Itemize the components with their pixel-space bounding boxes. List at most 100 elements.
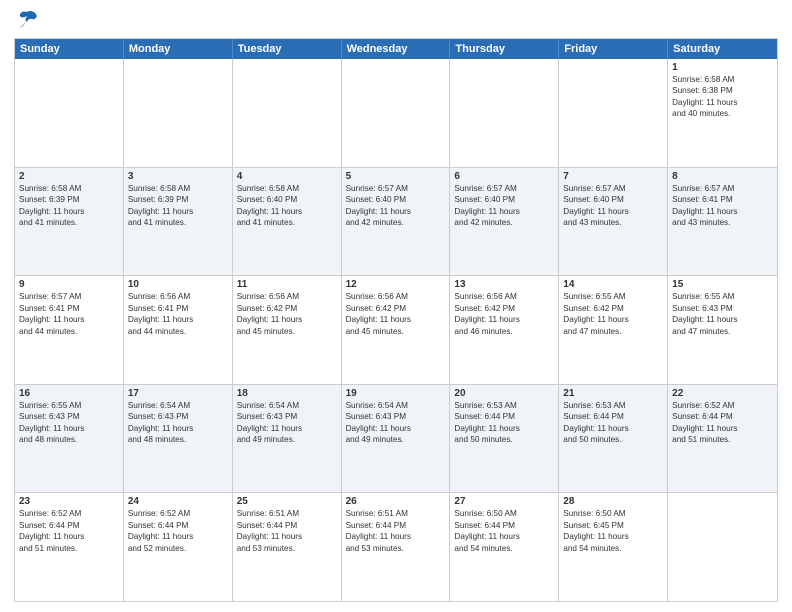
day-info: Sunrise: 6:52 AM Sunset: 6:44 PM Dayligh… xyxy=(19,508,119,554)
day-info: Sunrise: 6:53 AM Sunset: 6:44 PM Dayligh… xyxy=(454,400,554,446)
calendar-cell: 2Sunrise: 6:58 AM Sunset: 6:39 PM Daylig… xyxy=(15,168,124,276)
day-info: Sunrise: 6:54 AM Sunset: 6:43 PM Dayligh… xyxy=(237,400,337,446)
calendar-cell xyxy=(450,59,559,167)
logo xyxy=(14,10,38,30)
logo-bird-icon xyxy=(16,10,38,30)
calendar-cell: 4Sunrise: 6:58 AM Sunset: 6:40 PM Daylig… xyxy=(233,168,342,276)
header-day-friday: Friday xyxy=(559,39,668,59)
header-day-tuesday: Tuesday xyxy=(233,39,342,59)
day-info: Sunrise: 6:56 AM Sunset: 6:41 PM Dayligh… xyxy=(128,291,228,337)
day-info: Sunrise: 6:55 AM Sunset: 6:43 PM Dayligh… xyxy=(19,400,119,446)
calendar-cell: 8Sunrise: 6:57 AM Sunset: 6:41 PM Daylig… xyxy=(668,168,777,276)
day-info: Sunrise: 6:55 AM Sunset: 6:42 PM Dayligh… xyxy=(563,291,663,337)
day-number: 2 xyxy=(19,171,119,182)
day-info: Sunrise: 6:56 AM Sunset: 6:42 PM Dayligh… xyxy=(454,291,554,337)
calendar-cell: 5Sunrise: 6:57 AM Sunset: 6:40 PM Daylig… xyxy=(342,168,451,276)
day-info: Sunrise: 6:55 AM Sunset: 6:43 PM Dayligh… xyxy=(672,291,773,337)
day-info: Sunrise: 6:52 AM Sunset: 6:44 PM Dayligh… xyxy=(128,508,228,554)
calendar-cell: 22Sunrise: 6:52 AM Sunset: 6:44 PM Dayli… xyxy=(668,385,777,493)
calendar-cell xyxy=(668,493,777,601)
calendar-cell: 9Sunrise: 6:57 AM Sunset: 6:41 PM Daylig… xyxy=(15,276,124,384)
calendar-header: SundayMondayTuesdayWednesdayThursdayFrid… xyxy=(15,39,777,59)
day-info: Sunrise: 6:54 AM Sunset: 6:43 PM Dayligh… xyxy=(346,400,446,446)
day-number: 25 xyxy=(237,496,337,507)
day-info: Sunrise: 6:51 AM Sunset: 6:44 PM Dayligh… xyxy=(346,508,446,554)
day-number: 27 xyxy=(454,496,554,507)
calendar-cell: 7Sunrise: 6:57 AM Sunset: 6:40 PM Daylig… xyxy=(559,168,668,276)
calendar-cell: 27Sunrise: 6:50 AM Sunset: 6:44 PM Dayli… xyxy=(450,493,559,601)
day-number: 24 xyxy=(128,496,228,507)
header-day-wednesday: Wednesday xyxy=(342,39,451,59)
calendar-body: 1Sunrise: 6:58 AM Sunset: 6:38 PM Daylig… xyxy=(15,59,777,601)
calendar-cell: 20Sunrise: 6:53 AM Sunset: 6:44 PM Dayli… xyxy=(450,385,559,493)
calendar-cell: 23Sunrise: 6:52 AM Sunset: 6:44 PM Dayli… xyxy=(15,493,124,601)
day-info: Sunrise: 6:56 AM Sunset: 6:42 PM Dayligh… xyxy=(237,291,337,337)
day-number: 20 xyxy=(454,388,554,399)
calendar-cell: 21Sunrise: 6:53 AM Sunset: 6:44 PM Dayli… xyxy=(559,385,668,493)
day-info: Sunrise: 6:51 AM Sunset: 6:44 PM Dayligh… xyxy=(237,508,337,554)
calendar-cell xyxy=(233,59,342,167)
calendar-week-2: 2Sunrise: 6:58 AM Sunset: 6:39 PM Daylig… xyxy=(15,168,777,277)
day-number: 3 xyxy=(128,171,228,182)
calendar-cell xyxy=(15,59,124,167)
calendar-cell: 1Sunrise: 6:58 AM Sunset: 6:38 PM Daylig… xyxy=(668,59,777,167)
calendar-cell: 25Sunrise: 6:51 AM Sunset: 6:44 PM Dayli… xyxy=(233,493,342,601)
calendar-cell: 18Sunrise: 6:54 AM Sunset: 6:43 PM Dayli… xyxy=(233,385,342,493)
day-info: Sunrise: 6:58 AM Sunset: 6:39 PM Dayligh… xyxy=(128,183,228,229)
day-number: 9 xyxy=(19,279,119,290)
day-number: 15 xyxy=(672,279,773,290)
day-number: 6 xyxy=(454,171,554,182)
day-number: 17 xyxy=(128,388,228,399)
day-info: Sunrise: 6:54 AM Sunset: 6:43 PM Dayligh… xyxy=(128,400,228,446)
calendar-cell: 15Sunrise: 6:55 AM Sunset: 6:43 PM Dayli… xyxy=(668,276,777,384)
day-number: 11 xyxy=(237,279,337,290)
day-number: 7 xyxy=(563,171,663,182)
day-number: 21 xyxy=(563,388,663,399)
header-day-monday: Monday xyxy=(124,39,233,59)
day-number: 5 xyxy=(346,171,446,182)
day-number: 13 xyxy=(454,279,554,290)
calendar-cell: 13Sunrise: 6:56 AM Sunset: 6:42 PM Dayli… xyxy=(450,276,559,384)
calendar-cell: 12Sunrise: 6:56 AM Sunset: 6:42 PM Dayli… xyxy=(342,276,451,384)
day-number: 18 xyxy=(237,388,337,399)
calendar-cell: 17Sunrise: 6:54 AM Sunset: 6:43 PM Dayli… xyxy=(124,385,233,493)
day-info: Sunrise: 6:57 AM Sunset: 6:41 PM Dayligh… xyxy=(672,183,773,229)
day-number: 14 xyxy=(563,279,663,290)
calendar-cell: 19Sunrise: 6:54 AM Sunset: 6:43 PM Dayli… xyxy=(342,385,451,493)
day-number: 28 xyxy=(563,496,663,507)
calendar-week-1: 1Sunrise: 6:58 AM Sunset: 6:38 PM Daylig… xyxy=(15,59,777,168)
calendar-cell xyxy=(559,59,668,167)
header-day-sunday: Sunday xyxy=(15,39,124,59)
day-info: Sunrise: 6:58 AM Sunset: 6:40 PM Dayligh… xyxy=(237,183,337,229)
calendar-cell: 16Sunrise: 6:55 AM Sunset: 6:43 PM Dayli… xyxy=(15,385,124,493)
day-info: Sunrise: 6:57 AM Sunset: 6:40 PM Dayligh… xyxy=(346,183,446,229)
day-info: Sunrise: 6:50 AM Sunset: 6:44 PM Dayligh… xyxy=(454,508,554,554)
day-number: 1 xyxy=(672,62,773,73)
calendar-cell: 28Sunrise: 6:50 AM Sunset: 6:45 PM Dayli… xyxy=(559,493,668,601)
page-header xyxy=(14,10,778,30)
calendar-cell: 14Sunrise: 6:55 AM Sunset: 6:42 PM Dayli… xyxy=(559,276,668,384)
day-number: 22 xyxy=(672,388,773,399)
day-number: 26 xyxy=(346,496,446,507)
day-number: 19 xyxy=(346,388,446,399)
day-info: Sunrise: 6:52 AM Sunset: 6:44 PM Dayligh… xyxy=(672,400,773,446)
calendar-cell: 11Sunrise: 6:56 AM Sunset: 6:42 PM Dayli… xyxy=(233,276,342,384)
day-info: Sunrise: 6:53 AM Sunset: 6:44 PM Dayligh… xyxy=(563,400,663,446)
day-info: Sunrise: 6:57 AM Sunset: 6:40 PM Dayligh… xyxy=(563,183,663,229)
calendar-week-3: 9Sunrise: 6:57 AM Sunset: 6:41 PM Daylig… xyxy=(15,276,777,385)
day-number: 10 xyxy=(128,279,228,290)
calendar-cell: 3Sunrise: 6:58 AM Sunset: 6:39 PM Daylig… xyxy=(124,168,233,276)
day-info: Sunrise: 6:56 AM Sunset: 6:42 PM Dayligh… xyxy=(346,291,446,337)
calendar-cell xyxy=(124,59,233,167)
calendar: SundayMondayTuesdayWednesdayThursdayFrid… xyxy=(14,38,778,602)
day-info: Sunrise: 6:57 AM Sunset: 6:41 PM Dayligh… xyxy=(19,291,119,337)
day-info: Sunrise: 6:58 AM Sunset: 6:38 PM Dayligh… xyxy=(672,74,773,120)
day-info: Sunrise: 6:58 AM Sunset: 6:39 PM Dayligh… xyxy=(19,183,119,229)
header-day-thursday: Thursday xyxy=(450,39,559,59)
day-number: 23 xyxy=(19,496,119,507)
day-number: 16 xyxy=(19,388,119,399)
day-info: Sunrise: 6:57 AM Sunset: 6:40 PM Dayligh… xyxy=(454,183,554,229)
calendar-week-5: 23Sunrise: 6:52 AM Sunset: 6:44 PM Dayli… xyxy=(15,493,777,601)
calendar-cell xyxy=(342,59,451,167)
calendar-cell: 6Sunrise: 6:57 AM Sunset: 6:40 PM Daylig… xyxy=(450,168,559,276)
